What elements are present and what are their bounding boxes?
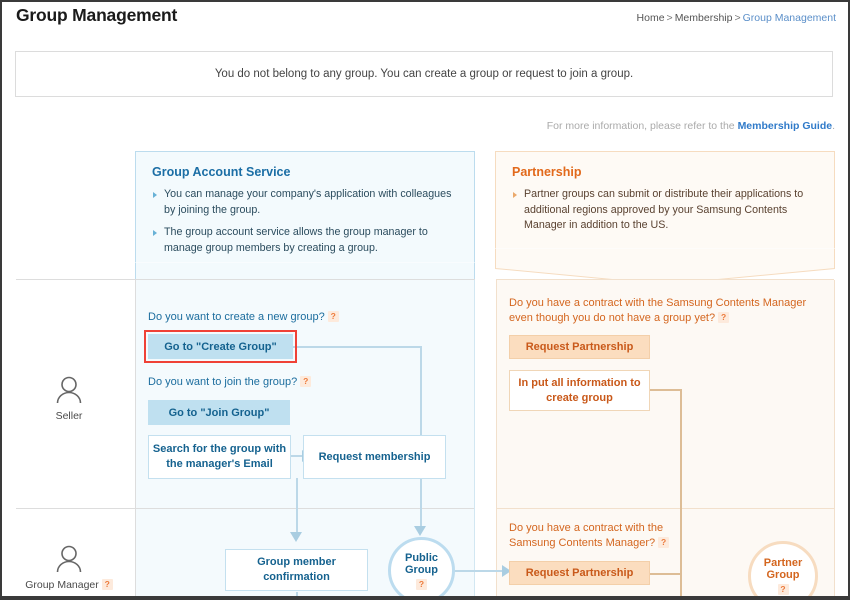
no-group-notice-text: You do not belong to any group. You can … (214, 68, 634, 80)
lane-role-column-divider (135, 280, 136, 598)
callout-group-account-service: Group Account Service You can manage you… (135, 151, 475, 292)
callout-blue-list: You can manage your company's applicatio… (152, 187, 458, 256)
breadcrumb: Home > Membership > Group Management (637, 12, 836, 24)
callout-partnership: Partnership Partner groups can submit or… (495, 151, 835, 286)
help-icon[interactable]: ? (327, 311, 339, 322)
connector-public-to-partnership (454, 570, 509, 572)
connector-partnership-right (649, 573, 682, 575)
breadcrumb-current: Group Management (742, 12, 836, 24)
page-title: Group Management (16, 5, 178, 25)
person-icon (56, 376, 82, 404)
request-partnership-button-seller[interactable]: Request Partnership (509, 335, 650, 359)
arrow-down-icon (290, 532, 302, 542)
lane-top-divider-right (496, 279, 834, 280)
breadcrumb-membership[interactable]: Membership (675, 12, 733, 24)
lane-mid-divider-left (16, 508, 475, 509)
node-group-member-confirmation[interactable]: Group member confirmation (225, 549, 368, 591)
question-contract-manager: Do you have a contract with the Samsung … (509, 521, 709, 551)
role-seller-label: Seller (55, 410, 83, 422)
help-icon[interactable]: ? (777, 584, 789, 595)
group-management-page: Group Management Home > Membership > Group M… (0, 0, 850, 600)
role-seller: Seller (4, 376, 134, 424)
lane-mid-divider-right (496, 508, 834, 509)
question-create-new-group: Do you want to create a new group?? (148, 310, 448, 325)
connector-request-to-public-group (420, 478, 422, 528)
circle-public-group-label: Public Group (404, 551, 438, 576)
membership-guide-reference: For more information, please refer to th… (547, 120, 835, 132)
no-group-notice: You do not belong to any group. You can … (15, 51, 833, 97)
question-contract-seller: Do you have a contract with the Samsung … (509, 297, 807, 324)
help-icon[interactable]: ? (300, 376, 312, 387)
breadcrumb-separator-1: > (666, 12, 673, 24)
circle-public-group[interactable]: Public Group ? (388, 537, 455, 598)
callout-blue-title: Group Account Service (152, 165, 291, 179)
list-item: Partner groups can submit or distribute … (512, 187, 818, 234)
arrow-down-icon (414, 526, 426, 536)
go-to-create-group-button[interactable]: Go to "Create Group" (144, 330, 297, 363)
connector-create-down (420, 346, 422, 436)
help-icon[interactable]: ? (416, 578, 427, 590)
breadcrumb-home[interactable]: Home (637, 12, 665, 24)
help-icon[interactable]: ? (101, 579, 113, 590)
lane-top-divider-left (16, 279, 475, 280)
request-partnership-button-manager[interactable]: Request Partnership (509, 561, 650, 585)
lane-orange-right-edge (834, 280, 835, 598)
node-search-group-by-email[interactable]: Search for the group with the manager's … (148, 435, 291, 479)
role-group-manager-label: Group Manager (25, 579, 99, 591)
circle-partner-group-label: Partner Group (763, 557, 803, 581)
help-icon[interactable]: ? (658, 537, 670, 548)
connector-create-to-request (293, 346, 422, 348)
reference-prefix: For more information, please refer to th… (546, 120, 738, 132)
go-to-join-group-button[interactable]: Go to "Join Group" (148, 400, 290, 425)
node-input-all-information[interactable]: In put all information to create group (509, 370, 650, 411)
page-bottom-edge (2, 596, 848, 598)
connector-request-to-confirmation (296, 478, 298, 534)
membership-guide-link[interactable]: Membership Guide (738, 120, 833, 132)
connector-input-info-right (649, 389, 682, 391)
question-join-group: Do you want to join the group?? (148, 375, 448, 390)
help-icon[interactable]: ? (718, 312, 730, 323)
callout-orange-list: Partner groups can submit or distribute … (512, 187, 818, 234)
list-item: You can manage your company's applicatio… (152, 187, 458, 218)
breadcrumb-separator-2: > (734, 12, 741, 24)
lane-orange-left-edge (496, 280, 497, 598)
callout-orange-title: Partnership (512, 165, 582, 179)
list-item: The group account service allows the gro… (152, 225, 458, 256)
reference-suffix: . (832, 120, 835, 132)
lane-blue-right-edge (474, 280, 475, 598)
node-request-membership[interactable]: Request membership (303, 435, 446, 479)
person-icon (56, 545, 82, 573)
role-group-manager: Group Manager? (4, 545, 134, 593)
